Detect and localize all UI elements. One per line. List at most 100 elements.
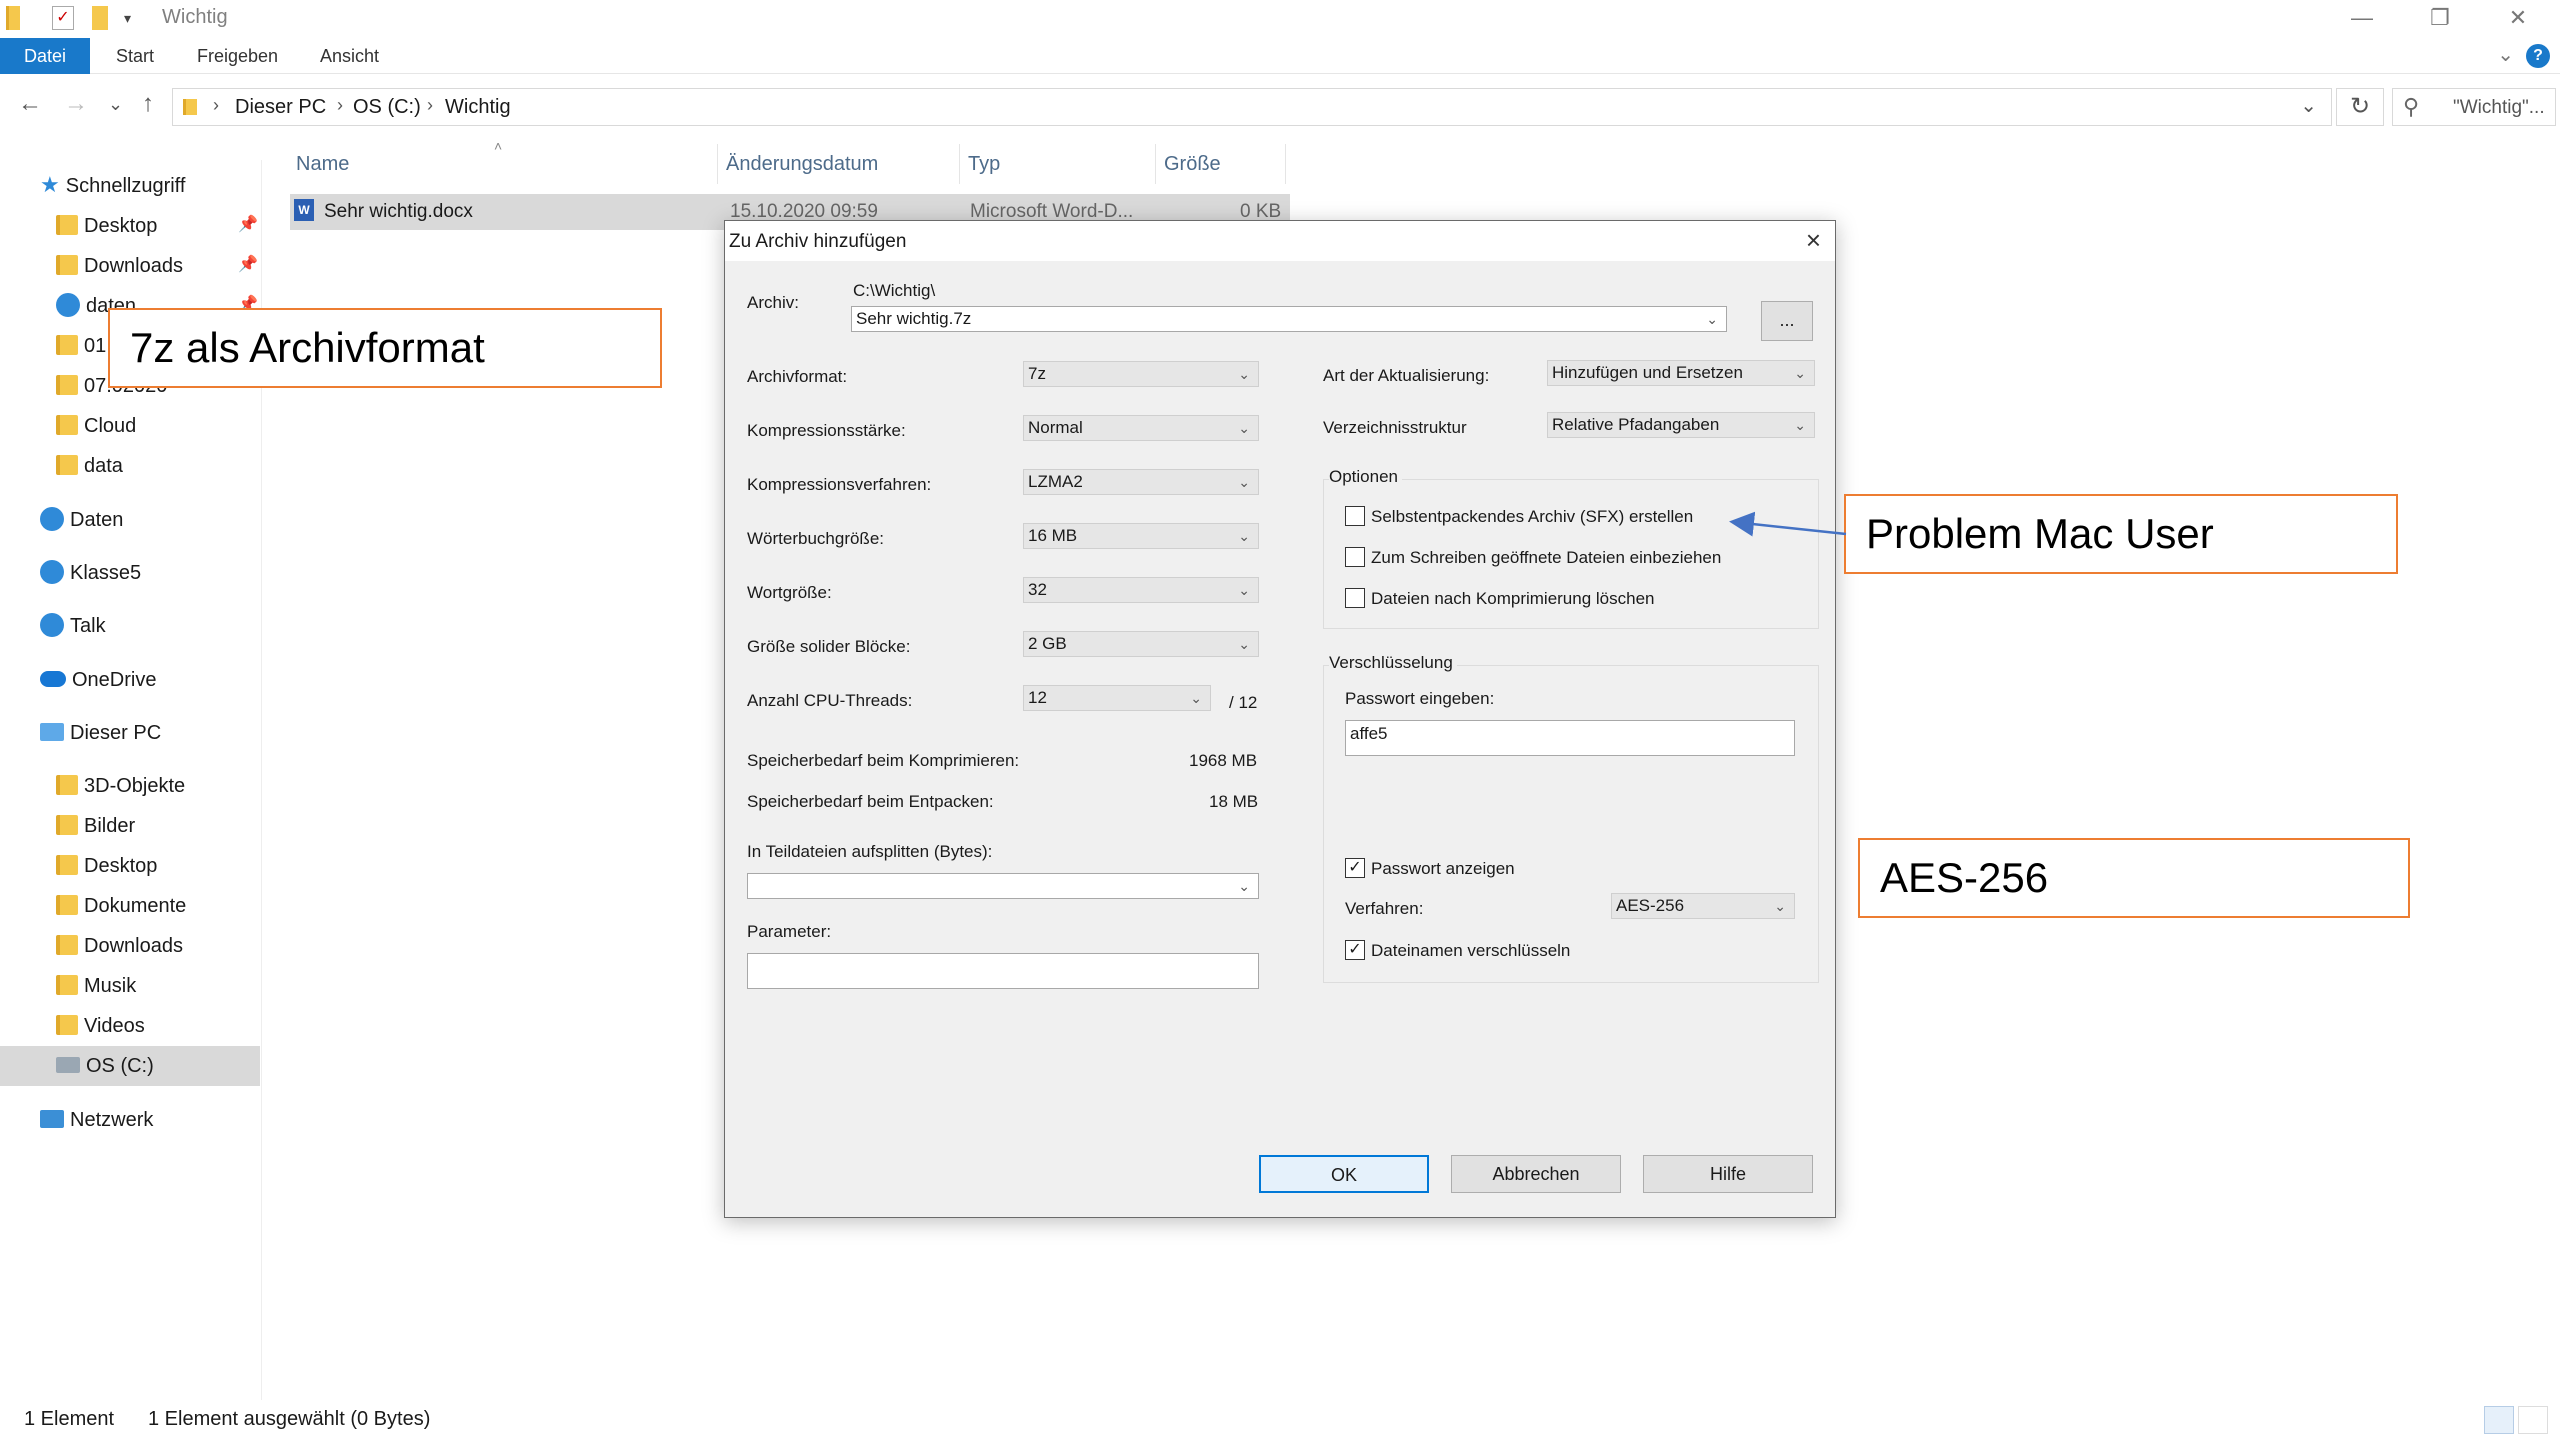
sidebar-item[interactable]: Daten [40,500,123,540]
dir-structure-value: Relative Pfadangaben [1552,415,1720,434]
customize-qat-icon[interactable]: ▾ [124,6,131,30]
minimize-button[interactable]: — [2332,2,2392,34]
option-checkbox[interactable]: Zum Schreiben geöffnete Dateien einbezie… [1345,546,1721,569]
folder-icon [56,774,78,795]
folder-icon [56,454,78,475]
chevron-down-icon: ⌄ [1774,898,1786,914]
password-input[interactable]: affe5 [1345,720,1795,756]
refresh-button[interactable]: ↻ [2336,88,2384,126]
update-mode-combo[interactable]: Hinzufügen und Ersetzen ⌄ [1547,360,1815,386]
show-password-label: Passwort anzeigen [1371,859,1515,878]
recent-chevron-icon[interactable]: ⌄ [108,94,123,115]
field-combo[interactable]: 16 MB ⌄ [1023,523,1259,549]
back-arrow-icon[interactable]: ← [18,90,42,118]
breadcrumb-separator-icon: › [427,95,433,115]
new-folder-icon[interactable] [92,6,108,30]
pin-icon[interactable]: 📌 [238,214,258,234]
up-arrow-icon[interactable]: ↑ [142,90,154,118]
close-window-button[interactable]: ✕ [2488,2,2548,34]
column-header-date[interactable]: Änderungsdatum [720,144,960,184]
method-combo[interactable]: AES-256 ⌄ [1611,893,1795,919]
ok-button[interactable]: OK [1259,1155,1429,1193]
field-combo[interactable]: Normal ⌄ [1023,415,1259,441]
folder-icon [56,854,78,875]
column-header-size[interactable]: Größe [1158,144,1286,184]
maximize-button[interactable]: ❐ [2410,2,2470,34]
sidebar-item[interactable]: 01 [56,326,106,366]
encryption-group [1323,665,1819,983]
close-icon[interactable]: × [1806,225,1821,256]
breadcrumb-dieser-pc[interactable]: Dieser PC [235,96,326,119]
help-button[interactable]: Hilfe [1643,1155,1813,1193]
field-combo[interactable]: 2 GB ⌄ [1023,631,1259,657]
chevron-down-icon: ⌄ [1238,366,1250,382]
parameter-input[interactable] [747,953,1259,989]
sidebar-item[interactable]: Videos [56,1006,145,1046]
breadcrumb-wichtig[interactable]: Wichtig [445,96,511,119]
tab-datei[interactable]: Datei [0,38,91,74]
archive-name-combo[interactable]: Sehr wichtig.7z ⌄ [851,306,1727,332]
cancel-button[interactable]: Abbrechen [1451,1155,1621,1193]
field-combo[interactable]: 7z ⌄ [1023,361,1259,387]
field-combo[interactable]: 32 ⌄ [1023,577,1259,603]
help-icon[interactable]: ? [2526,44,2550,68]
sidebar-item[interactable]: OneDrive [40,660,156,700]
sidebar-item[interactable]: Desktop [56,846,157,886]
sidebar-item[interactable]: Downloads [56,246,183,286]
forward-arrow-icon[interactable]: → [64,90,88,118]
title-bar: ✓ ▾ Wichtig — ❐ ✕ [0,0,2560,36]
column-header-name[interactable]: Name [290,144,718,184]
browse-button[interactable]: ... [1761,301,1813,341]
breadcrumb-os-c[interactable]: OS (C:) [353,96,421,119]
column-header-type[interactable]: Typ [962,144,1156,184]
sidebar-item-label: Dieser PC [70,722,162,744]
people-icon [40,559,64,584]
sidebar-item[interactable]: Dokumente [56,886,186,926]
sidebar-item[interactable]: Talk [40,606,106,646]
history-chevron-icon[interactable]: ⌄ [2300,93,2317,118]
sidebar-item[interactable]: Dieser PC [40,713,161,753]
field-combo[interactable]: LZMA2 ⌄ [1023,469,1259,495]
search-input[interactable]: ⚲ "Wichtig"... [2392,88,2556,126]
pc-icon [40,722,64,741]
chevron-down-icon[interactable]: ⌄ [2497,42,2514,67]
option-checkbox[interactable]: Selbstentpackendes Archiv (SFX) erstelle… [1345,505,1694,528]
sidebar-item[interactable]: Musik [56,966,136,1006]
tab-ansicht[interactable]: Ansicht [320,38,379,74]
sidebar-item[interactable]: Netzwerk [40,1100,153,1140]
options-title: Optionen [1329,467,1402,487]
large-icons-view-button[interactable] [2518,1406,2548,1434]
checkmark-icon[interactable]: ✓ [52,6,74,30]
dir-structure-combo[interactable]: Relative Pfadangaben ⌄ [1547,412,1815,438]
encrypt-filenames-checkbox[interactable]: ✓ Dateinamen verschlüsseln [1345,939,1570,962]
file-name-cell[interactable]: W Sehr wichtig.docx [294,194,473,230]
field-label: Anzahl CPU-Threads: [747,691,913,710]
split-combo[interactable]: ⌄ [747,873,1259,899]
sidebar-item[interactable]: Desktop [56,206,157,246]
show-password-checkbox[interactable]: ✓ Passwort anzeigen [1345,857,1515,880]
cloud-icon [40,670,66,687]
search-placeholder: "Wichtig"... [2453,97,2545,118]
sidebar-item[interactable]: Bilder [56,806,135,846]
folder-icon [56,814,78,835]
sidebar-item[interactable]: 3D-Objekte [56,766,185,806]
field-combo[interactable]: 12 ⌄ [1023,685,1211,711]
checkbox-checked-icon: ✓ [1345,857,1365,878]
sidebar-item[interactable]: ★ Schnellzugriff [40,166,185,206]
address-field[interactable]: › Dieser PC › OS (C:) › Wichtig ⌄ [172,88,2332,126]
sidebar-item[interactable]: data [56,446,123,486]
tab-freigeben[interactable]: Freigeben [197,38,278,74]
tab-start[interactable]: Start [116,38,154,74]
sidebar-item[interactable]: OS (C:) [0,1046,260,1086]
option-label: Selbstentpackendes Archiv (SFX) erstelle… [1371,507,1694,526]
sidebar-item-label: data [84,455,123,477]
sidebar-item[interactable]: Klasse5 [40,553,141,593]
chevron-down-icon: ⌄ [1794,365,1806,381]
option-checkbox[interactable]: Dateien nach Komprimierung löschen [1345,587,1655,610]
sidebar-item[interactable]: Downloads [56,926,183,966]
sidebar-item[interactable]: Cloud [56,406,136,446]
details-view-button[interactable] [2484,1406,2514,1434]
archive-label: Archiv: [747,293,799,312]
pin-icon[interactable]: 📌 [238,254,258,274]
folder-icon [6,6,20,30]
